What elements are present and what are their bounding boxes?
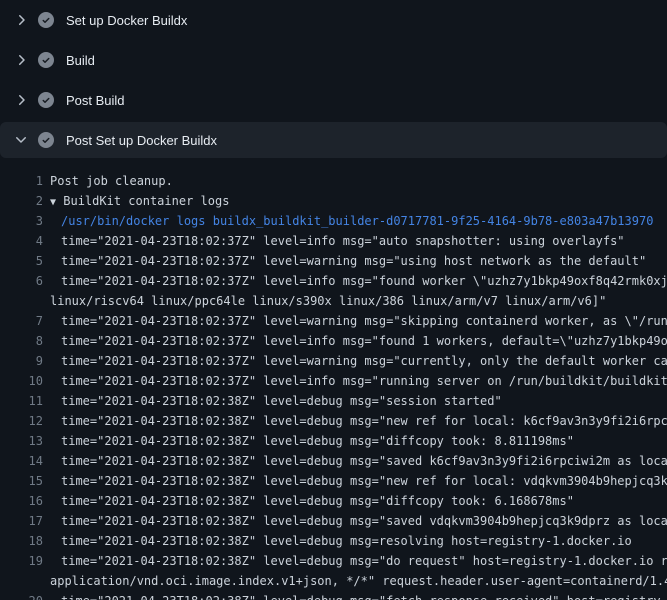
log-line-number[interactable]: 11 [0, 391, 43, 411]
log-line-number[interactable]: 3 [0, 211, 43, 231]
check-circle-icon [38, 92, 54, 108]
chevron-right-icon [13, 92, 29, 108]
log-line-number [0, 571, 43, 591]
log-row: 17 time="2021-04-23T18:02:38Z" level=debu… [0, 511, 667, 531]
log-line-text: time="2021-04-23T18:02:38Z" level=debug … [61, 451, 667, 471]
check-circle-icon [38, 132, 54, 148]
log-row: application/vnd.oci.image.index.v1+json,… [0, 571, 667, 591]
step-row-2[interactable]: Post Build [0, 80, 667, 120]
log-line-number[interactable]: 8 [0, 331, 43, 351]
log-row: 18 time="2021-04-23T18:02:38Z" level=debu… [0, 531, 667, 551]
log-row: 19 time="2021-04-23T18:02:38Z" level=debu… [0, 551, 667, 571]
log-line-number[interactable]: 14 [0, 451, 43, 471]
log-line-number[interactable]: 16 [0, 491, 43, 511]
log-line-text: time="2021-04-23T18:02:38Z" level=debug … [61, 511, 667, 531]
chevron-right-icon [13, 12, 29, 28]
check-circle-icon [38, 52, 54, 68]
log-row: 13 time="2021-04-23T18:02:38Z" level=debu… [0, 431, 667, 451]
log-line-number[interactable]: 12 [0, 411, 43, 431]
log-line-text: time="2021-04-23T18:02:38Z" level=debug … [61, 551, 667, 571]
log-line-text: application/vnd.oci.image.index.v1+json,… [50, 571, 667, 591]
log-command-text: /usr/bin/docker logs buildx_buildkit_bui… [61, 211, 653, 231]
log-row: 3/usr/bin/docker logs buildx_buildkit_bu… [0, 211, 667, 231]
log-row: linux/riscv64 linux/ppc64le linux/s390x … [0, 291, 667, 311]
log-line-text: time="2021-04-23T18:02:38Z" level=debug … [61, 471, 667, 491]
log-row: 2 ▼ BuildKit container logs [0, 191, 667, 211]
log-line-number[interactable]: 5 [0, 251, 43, 271]
log-line-number[interactable]: 18 [0, 531, 43, 551]
log-line-text: time="2021-04-23T18:02:38Z" level=debug … [61, 591, 667, 600]
log-line-text: time="2021-04-23T18:02:37Z" level=info m… [61, 231, 625, 251]
log-row: 6 time="2021-04-23T18:02:37Z" level=info … [0, 271, 667, 291]
actions-log-viewer: Set up Docker Buildx Build Post Build Post … [0, 0, 667, 600]
check-circle-icon [38, 12, 54, 28]
log-line-number[interactable]: 7 [0, 311, 43, 331]
chevron-down-icon [13, 132, 29, 148]
step-label: Set up Docker Buildx [66, 13, 187, 28]
log-row: 9 time="2021-04-23T18:02:37Z" level=warni… [0, 351, 667, 371]
step-row-3[interactable]: Post Set up Docker Buildx [0, 122, 667, 158]
log-row: 16 time="2021-04-23T18:02:38Z" level=debu… [0, 491, 667, 511]
log-row: 14 time="2021-04-23T18:02:38Z" level=debu… [0, 451, 667, 471]
log-line-number[interactable]: 4 [0, 231, 43, 251]
log-line-text: time="2021-04-23T18:02:37Z" level=warnin… [61, 351, 667, 371]
log-line-text: time="2021-04-23T18:02:37Z" level=info m… [61, 371, 667, 391]
log-line-text: time="2021-04-23T18:02:37Z" level=warnin… [61, 311, 667, 331]
log-line-number[interactable]: 19 [0, 551, 43, 571]
log-line-number [0, 291, 43, 311]
log-line-number[interactable]: 17 [0, 511, 43, 531]
log-group-toggle[interactable]: ▼ BuildKit container logs [50, 191, 229, 211]
log-row: 8 time="2021-04-23T18:02:37Z" level=info … [0, 331, 667, 351]
log-line-text: Post job cleanup. [50, 171, 173, 191]
log-row: 5 time="2021-04-23T18:02:37Z" level=warni… [0, 251, 667, 271]
log-line-text: time="2021-04-23T18:02:37Z" level=info m… [61, 331, 667, 351]
step-label: Build [66, 53, 95, 68]
log-line-number[interactable]: 10 [0, 371, 43, 391]
log-row: 1 Post job cleanup. [0, 171, 667, 191]
log-line-text: time="2021-04-23T18:02:38Z" level=debug … [61, 531, 632, 551]
log-row: 12 time="2021-04-23T18:02:38Z" level=debu… [0, 411, 667, 431]
log-row: 4 time="2021-04-23T18:02:37Z" level=info … [0, 231, 667, 251]
log-line-text: time="2021-04-23T18:02:38Z" level=debug … [61, 411, 667, 431]
chevron-right-icon [13, 52, 29, 68]
log-line-number[interactable]: 2 [0, 191, 43, 211]
log-line-text: time="2021-04-23T18:02:37Z" level=info m… [61, 271, 667, 291]
log-row: 10 time="2021-04-23T18:02:37Z" level=info… [0, 371, 667, 391]
log-line-text: BuildKit container logs [56, 194, 229, 208]
log-line-text: time="2021-04-23T18:02:38Z" level=debug … [61, 391, 502, 411]
step-row-0[interactable]: Set up Docker Buildx [0, 0, 667, 40]
step-label: Post Set up Docker Buildx [66, 133, 217, 148]
log-line-text: time="2021-04-23T18:02:38Z" level=debug … [61, 491, 574, 511]
log-line-text: linux/riscv64 linux/ppc64le linux/s390x … [50, 291, 606, 311]
log-line-number[interactable]: 20 [0, 591, 43, 600]
log-row: 11 time="2021-04-23T18:02:38Z" level=debu… [0, 391, 667, 411]
log-line-number[interactable]: 6 [0, 271, 43, 291]
log-line-number[interactable]: 9 [0, 351, 43, 371]
log-row: 20 time="2021-04-23T18:02:38Z" level=debu… [0, 591, 667, 600]
log-line-number[interactable]: 1 [0, 171, 43, 191]
step-label: Post Build [66, 93, 125, 108]
log-line-text: time="2021-04-23T18:02:37Z" level=warnin… [61, 251, 646, 271]
log-row: 7 time="2021-04-23T18:02:37Z" level=warni… [0, 311, 667, 331]
log-output: 1 Post job cleanup. 2 ▼ BuildKit container … [0, 171, 667, 600]
log-line-number[interactable]: 15 [0, 471, 43, 491]
steps-list: Set up Docker Buildx Build Post Build Post … [0, 0, 667, 158]
log-line-text: time="2021-04-23T18:02:38Z" level=debug … [61, 431, 574, 451]
step-row-1[interactable]: Build [0, 40, 667, 80]
log-line-number[interactable]: 13 [0, 431, 43, 451]
log-row: 15 time="2021-04-23T18:02:38Z" level=debu… [0, 471, 667, 491]
